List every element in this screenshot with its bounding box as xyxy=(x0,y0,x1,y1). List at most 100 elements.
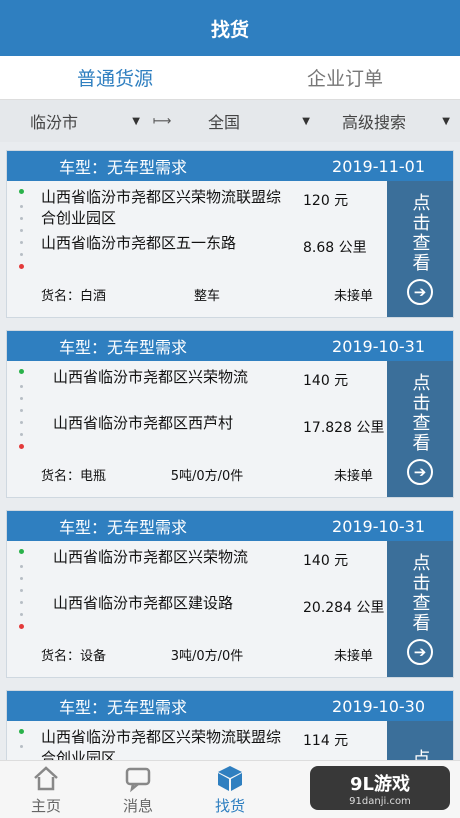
caret-down-icon: ▼ xyxy=(442,115,450,127)
route-dot xyxy=(20,409,23,412)
origin-address: 山西省临汾市尧都区兴荣物流 xyxy=(53,548,249,566)
vehicle-type: 车型：无车型需求 xyxy=(59,338,188,357)
end-dot-icon xyxy=(19,444,24,449)
card-header: 车型：无车型需求 2019-10-31 xyxy=(7,511,453,541)
goods-info-row: 货名：白酒 整车 未接单 xyxy=(41,285,381,304)
distance: 20.284 公里 xyxy=(303,600,385,616)
route-dot xyxy=(20,397,23,400)
tab-find-cargo[interactable]: 找货 xyxy=(184,761,276,818)
tab-normal-source[interactable]: 普通货源 xyxy=(0,56,230,99)
advanced-search-filter[interactable]: 高级搜索 ▼ xyxy=(320,109,460,133)
route-dot xyxy=(20,421,23,424)
goods-name: 货名：电瓶 xyxy=(41,469,107,484)
goods-name: 货名：白酒 xyxy=(41,289,107,304)
card-body: 山西省临汾市尧都区兴荣物流联盟综合创业园区 114 元 xyxy=(7,721,387,760)
destination-filter[interactable]: 全国 ▼ xyxy=(174,109,320,133)
origin-address: 山西省临汾市尧都区兴荣物流 xyxy=(53,368,249,386)
view-detail-button[interactable]: 点击查看 ➔ xyxy=(387,181,453,317)
tab-home-label: 主页 xyxy=(30,797,61,815)
cargo-box-icon xyxy=(218,766,242,791)
freight-price: 120 元 xyxy=(303,193,349,209)
route-dot xyxy=(20,613,23,616)
freight-price: 140 元 xyxy=(303,553,349,569)
vehicle-type: 车型：无车型需求 xyxy=(59,698,188,717)
home-icon xyxy=(34,766,58,791)
route-dot xyxy=(20,577,23,580)
distance: 17.828 公里 xyxy=(303,420,385,436)
tab-messages-label: 消息 xyxy=(122,797,153,815)
distance: 8.68 公里 xyxy=(303,240,367,256)
route-dot xyxy=(20,433,23,436)
cargo-card[interactable]: 车型：无车型需求 2019-10-31 山西省临汾市尧都区兴荣物流 140 元 … xyxy=(6,510,454,678)
origin-address: 山西省临汾市尧都区兴荣物流联盟综合创业园区 xyxy=(41,728,282,760)
card-header: 车型：无车型需求 2019-10-30 xyxy=(7,691,453,721)
goods-info-row: 货名：设备 3吨/0方/0件 未接单 xyxy=(41,645,381,664)
freight-price: 114 元 xyxy=(303,733,349,749)
route-dots xyxy=(19,729,25,760)
route-dot xyxy=(20,241,23,244)
message-icon xyxy=(125,767,151,793)
route-dots xyxy=(19,369,25,449)
order-status: 未接单 xyxy=(334,289,374,304)
cargo-list[interactable]: 车型：无车型需求 2019-11-01 山西省临汾市尧都区兴荣物流联盟综合创业园… xyxy=(0,142,460,760)
cargo-card[interactable]: 车型：无车型需求 2019-10-31 山西省临汾市尧都区兴荣物流 140 元 … xyxy=(6,330,454,498)
caret-down-icon: ▼ xyxy=(132,115,140,127)
origin-filter[interactable]: 临汾市 ▼ xyxy=(0,109,150,133)
destination-address: 山西省临汾市尧都区建设路 xyxy=(53,594,234,612)
destination-address: 山西省临汾市尧都区西芦村 xyxy=(53,414,234,432)
view-detail-button[interactable]: 点击查看 ➔ xyxy=(387,361,453,497)
cargo-card[interactable]: 车型：无车型需求 2019-10-30 山西省临汾市尧都区兴荣物流联盟综合创业园… xyxy=(6,690,454,760)
goods-spec: 5吨/0方/0件 xyxy=(170,469,244,484)
vehicle-type: 车型：无车型需求 xyxy=(59,518,188,537)
goods-info-row: 货名：电瓶 5吨/0方/0件 未接单 xyxy=(41,465,381,484)
card-body: 山西省临汾市尧都区兴荣物流 140 元 山西省临汾市尧都区建设路 20.284 … xyxy=(7,541,387,677)
view-detail-button[interactable]: 点击查看 ➔ xyxy=(387,541,453,677)
route-dot xyxy=(20,229,23,232)
order-status: 未接单 xyxy=(334,469,374,484)
filter-bar: 临汾市 ▼ ⟼ 全国 ▼ 高级搜索 ▼ xyxy=(0,100,460,142)
route-dot xyxy=(20,601,23,604)
route-arrow-icon: ⟼ xyxy=(152,113,172,129)
goods-spec: 3吨/0方/0件 xyxy=(170,649,244,664)
caret-down-icon: ▼ xyxy=(302,115,310,127)
end-dot-icon xyxy=(19,624,24,629)
route-dots xyxy=(19,549,25,629)
route-dots xyxy=(19,189,25,269)
goods-name: 货名：设备 xyxy=(41,649,107,664)
route-dot xyxy=(20,565,23,568)
view-detail-label: 点击查看 xyxy=(409,553,431,633)
goods-spec: 整车 xyxy=(194,289,221,304)
cargo-card[interactable]: 车型：无车型需求 2019-11-01 山西省临汾市尧都区兴荣物流联盟综合创业园… xyxy=(6,150,454,318)
tab-enterprise-orders[interactable]: 企业订单 xyxy=(230,56,460,99)
route-dot xyxy=(20,253,23,256)
tab-messages[interactable]: 消息 xyxy=(92,761,184,818)
post-date: 2019-10-30 xyxy=(332,696,425,716)
route-dot xyxy=(20,589,23,592)
start-dot-icon xyxy=(19,369,24,374)
route-dot xyxy=(20,745,23,748)
post-date: 2019-11-01 xyxy=(332,156,425,176)
origin-address: 山西省临汾市尧都区兴荣物流联盟综合创业园区 xyxy=(41,188,282,227)
card-header: 车型：无车型需求 2019-11-01 xyxy=(7,151,453,181)
destination-address: 山西省临汾市尧都区五一东路 xyxy=(41,234,237,252)
arrow-right-circle-icon: ➔ xyxy=(407,459,433,485)
route-dot xyxy=(20,385,23,388)
watermark-url: 91danji.com xyxy=(349,795,411,807)
page-title: 找货 xyxy=(210,18,249,41)
start-dot-icon xyxy=(19,729,24,734)
view-detail-label: 点击查看 xyxy=(409,193,431,273)
source-tabs: 普通货源 企业订单 xyxy=(0,56,460,100)
card-body: 山西省临汾市尧都区兴荣物流 140 元 山西省临汾市尧都区西芦村 17.828 … xyxy=(7,361,387,497)
tab-find-cargo-label: 找货 xyxy=(214,797,245,815)
end-dot-icon xyxy=(19,264,24,269)
tab-home[interactable]: 主页 xyxy=(0,761,92,818)
freight-price: 140 元 xyxy=(303,373,349,389)
destination-filter-label: 全国 xyxy=(208,113,241,132)
view-detail-button[interactable]: 点击查看 xyxy=(387,721,453,760)
site-watermark: 9L游戏 91danji.com xyxy=(310,766,450,810)
start-dot-icon xyxy=(19,189,24,194)
app-title-bar: 找货 xyxy=(0,0,460,56)
post-date: 2019-10-31 xyxy=(332,516,425,536)
view-detail-label: 点击查看 xyxy=(410,749,431,760)
start-dot-icon xyxy=(19,549,24,554)
